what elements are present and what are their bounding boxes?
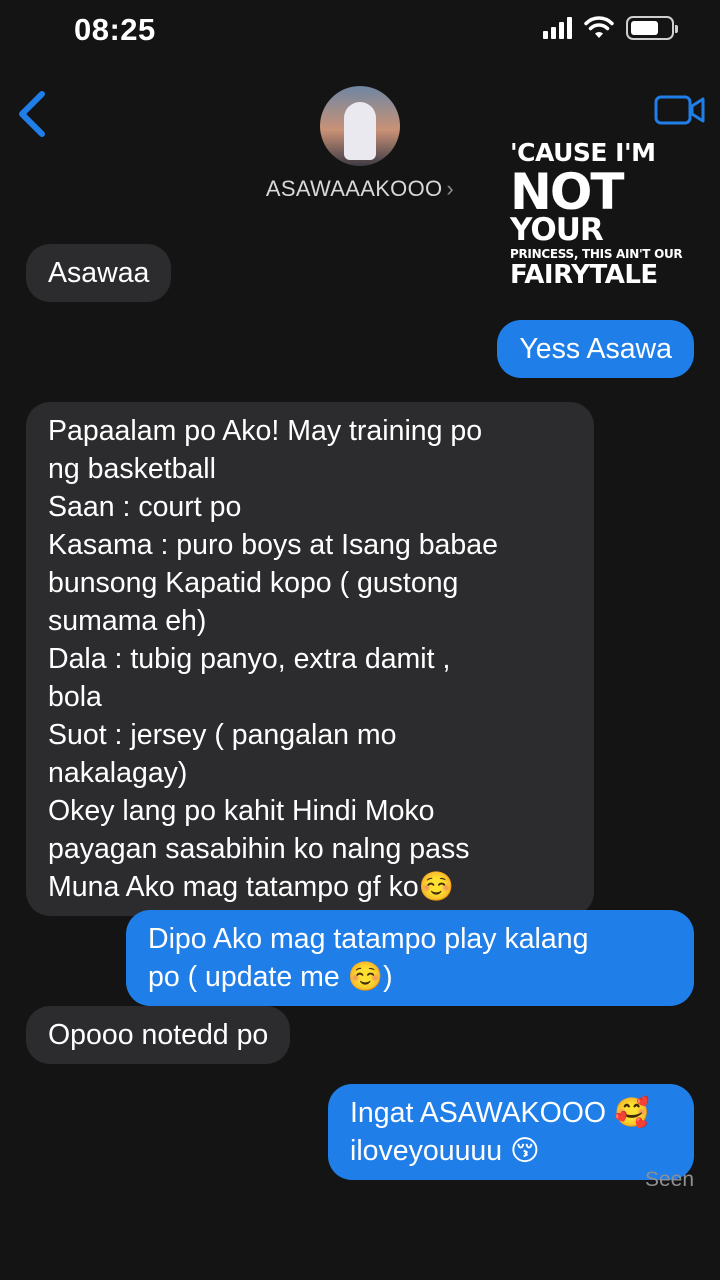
message-bubble-received[interactable]: Asawaa <box>26 244 172 302</box>
read-receipt: Seen <box>644 1168 694 1191</box>
wifi-icon <box>584 16 614 38</box>
contact-name: ASAWAAAKOOO <box>265 176 443 201</box>
cellular-signal-icon <box>543 17 572 39</box>
overlay-line-2: NOT <box>510 163 624 221</box>
overlay-line-5: FAIRYTALE <box>510 260 658 290</box>
overlay-line-1: 'CAUSE I'M <box>510 138 656 167</box>
message-bubble-received[interactable]: Papaalam po Ako! May training po ng bask… <box>26 402 594 916</box>
message-bubble-sent[interactable]: Yess Asawa <box>497 320 694 378</box>
message-bubble-sent[interactable]: Ingat ASAWAKOOO 🥰 iloveyouuuu 😚 <box>328 1084 694 1180</box>
status-time: 08:25 <box>74 12 156 47</box>
overlay-line-4: PRINCESS, THIS AIN'T OUR <box>510 247 683 261</box>
lyrics-overlay: 'CAUSE I'M NOT YOUR PRINCESS, THIS AIN'T… <box>510 140 710 288</box>
message-bubble-received[interactable]: Opooo notedd po <box>26 1006 291 1064</box>
status-icons <box>543 16 678 40</box>
battery-icon <box>626 16 678 40</box>
avatar[interactable] <box>320 86 400 166</box>
chevron-right-icon: › <box>446 176 455 201</box>
chevron-left-icon[interactable] <box>14 90 54 140</box>
status-bar: 08:25 <box>0 0 720 60</box>
video-camera-icon[interactable] <box>654 94 706 126</box>
message-bubble-sent[interactable]: Dipo Ako mag tatampo play kalang po ( up… <box>126 910 694 1006</box>
